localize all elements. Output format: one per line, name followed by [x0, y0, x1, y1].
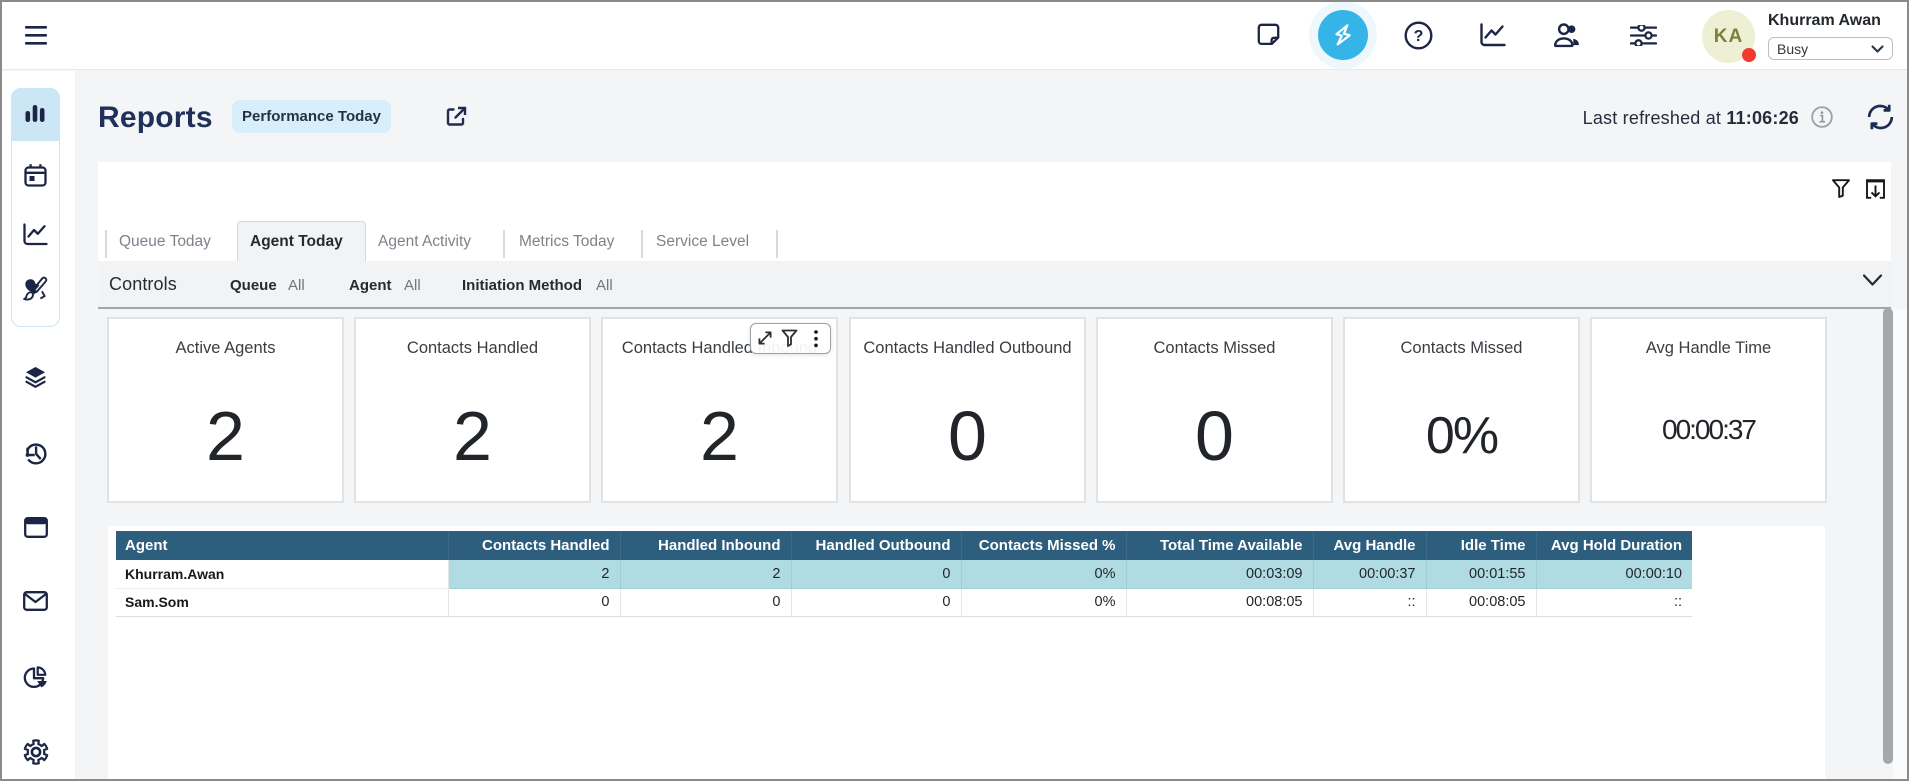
svg-text:?: ? [1414, 28, 1424, 45]
